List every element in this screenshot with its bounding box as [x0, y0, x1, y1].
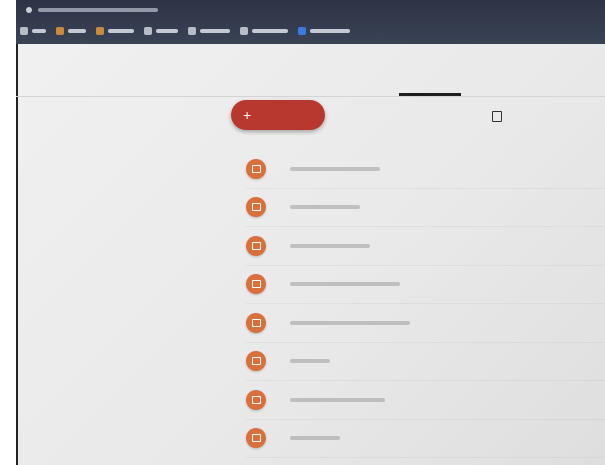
folder-icon	[246, 351, 266, 372]
plus-icon: +	[243, 107, 252, 123]
bookmarks-bar	[20, 22, 605, 40]
folder-icon	[246, 274, 266, 295]
bookmark-icon	[240, 27, 248, 35]
illegible-text-placeholder	[290, 166, 380, 171]
list-item[interactable]	[246, 381, 605, 420]
document-icon	[492, 111, 502, 122]
illegible-text-placeholder	[290, 359, 330, 364]
app-header	[16, 44, 605, 97]
bookmark-icon	[298, 27, 306, 35]
bookmark-label	[310, 29, 350, 33]
folder-icon	[246, 158, 266, 179]
bookmark-icon	[144, 27, 152, 35]
browser-chrome	[16, 0, 605, 44]
bookmark-item[interactable]	[188, 27, 230, 35]
bookmark-icon	[96, 27, 104, 35]
sidebar-item[interactable]	[78, 140, 188, 166]
illegible-text-placeholder	[290, 436, 340, 441]
sidebar-item[interactable]	[78, 218, 188, 244]
illegible-text-placeholder	[290, 205, 360, 210]
bookmark-label	[156, 29, 178, 33]
folder-icon	[246, 428, 266, 449]
bookmark-label	[68, 29, 86, 33]
bookmark-label	[200, 29, 230, 33]
list-item[interactable]	[246, 343, 605, 381]
illegible-text-placeholder	[290, 397, 385, 402]
list-item[interactable]	[246, 420, 605, 458]
bookmark-label	[108, 29, 134, 33]
share-action[interactable]	[492, 111, 508, 122]
create-button[interactable]: +	[231, 100, 325, 130]
list-item[interactable]	[246, 227, 605, 266]
bookmark-label	[252, 29, 288, 33]
photo-frame: +	[0, 0, 605, 465]
bookmark-icon	[188, 27, 196, 35]
sidebar-item[interactable]	[78, 166, 188, 192]
bookmark-item[interactable]	[20, 27, 46, 35]
bookmark-icon	[56, 27, 64, 35]
folder-icon	[246, 197, 266, 218]
bookmark-item[interactable]	[56, 27, 86, 35]
folder-icon	[246, 312, 266, 333]
tab-2-active[interactable]	[399, 46, 461, 96]
illegible-text-placeholder	[290, 320, 410, 325]
bookmark-item[interactable]	[240, 27, 288, 35]
tab-3[interactable]	[469, 46, 531, 96]
tab-bar	[325, 44, 605, 96]
sidebar-item[interactable]	[78, 192, 188, 218]
bookmark-item[interactable]	[144, 27, 178, 35]
bookmark-item[interactable]	[298, 27, 350, 35]
address-bar[interactable]	[26, 3, 226, 17]
bookmark-label	[32, 29, 46, 33]
list-item[interactable]	[246, 266, 605, 304]
list-item[interactable]	[246, 304, 605, 343]
illegible-text-placeholder	[290, 282, 400, 287]
sidebar	[78, 140, 188, 296]
bookmark-item[interactable]	[96, 27, 134, 35]
folder-icon	[246, 389, 266, 410]
sidebar-item[interactable]	[78, 270, 188, 296]
tab-1[interactable]	[329, 46, 391, 96]
sidebar-item[interactable]	[78, 244, 188, 270]
illegible-text-placeholder	[290, 243, 370, 248]
list-item[interactable]	[246, 189, 605, 227]
bookmark-icon	[20, 27, 28, 35]
site-icon	[26, 7, 32, 13]
list-item[interactable]	[246, 150, 605, 189]
tab-4[interactable]	[539, 46, 601, 96]
address-text	[38, 8, 158, 12]
item-list	[246, 150, 605, 458]
folder-icon	[246, 235, 266, 256]
